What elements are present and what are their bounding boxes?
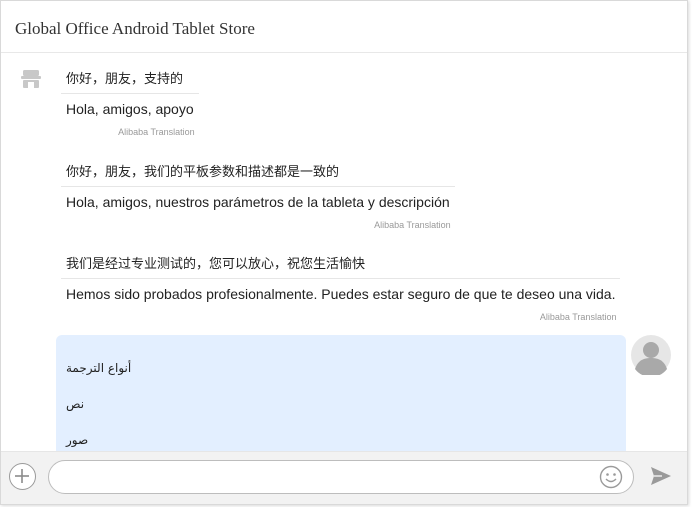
incoming-message: 我们是经过专业测试的，您可以放心，祝您生活愉快 Hemos sido proba… xyxy=(61,253,621,322)
message-translated-text: Hemos sido probados profesionalmente. Pu… xyxy=(66,286,616,302)
outgoing-message-bubble: أنواع الترجمة نص صور xyxy=(56,335,626,451)
outgoing-message-line: صور xyxy=(66,433,89,447)
paper-plane-icon[interactable] xyxy=(649,464,673,488)
plus-circle-icon[interactable] xyxy=(9,463,36,490)
chat-window: Global Office Android Tablet Store 你好，朋友… xyxy=(0,0,688,505)
translation-credit: Alibaba Translation xyxy=(539,312,617,322)
user-avatar-icon xyxy=(631,335,671,377)
message-original-text: 你好，朋友，我们的平板参数和描述都是一致的 xyxy=(61,161,455,187)
chat-header: Global Office Android Tablet Store xyxy=(1,1,687,53)
incoming-message: 你好，朋友，支持的 Hola, amigos, apoyo Alibaba Tr… xyxy=(61,68,199,137)
message-original-text: 我们是经过专业测试的，您可以放心，祝您生活愉快 xyxy=(61,253,621,279)
outgoing-message-line: نص xyxy=(66,397,85,411)
store-icon xyxy=(21,69,41,89)
translation-credit: Alibaba Translation xyxy=(374,220,451,230)
message-input[interactable] xyxy=(48,460,634,494)
smiley-icon[interactable] xyxy=(599,465,623,489)
message-translated-text: Hola, amigos, nuestros parámetros de la … xyxy=(66,194,450,210)
chat-title: Global Office Android Tablet Store xyxy=(15,19,255,38)
message-original-text: 你好，朋友，支持的 xyxy=(61,68,199,94)
message-translated-text: Hola, amigos, apoyo xyxy=(66,101,194,117)
outgoing-message-line: أنواع الترجمة xyxy=(66,361,132,375)
incoming-message: 你好，朋友，我们的平板参数和描述都是一致的 Hola, amigos, nues… xyxy=(61,161,455,230)
message-list[interactable]: 你好，朋友，支持的 Hola, amigos, apoyo Alibaba Tr… xyxy=(1,53,687,451)
composer-bar xyxy=(1,451,687,504)
translation-credit: Alibaba Translation xyxy=(118,127,195,137)
